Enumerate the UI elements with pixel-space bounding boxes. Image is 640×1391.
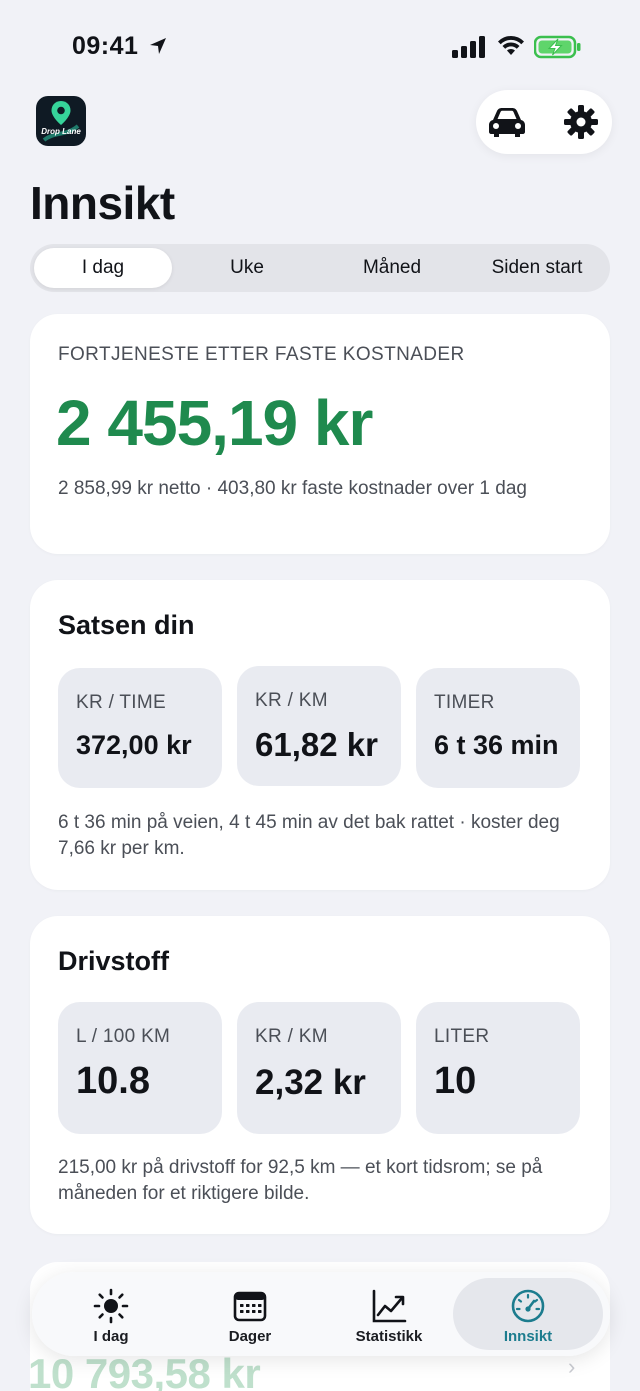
- tab-today[interactable]: I dag: [36, 1278, 186, 1350]
- tile-value: 61,82 kr: [255, 726, 378, 763]
- period-tab-month[interactable]: Måned: [323, 248, 461, 288]
- tile-label: TIMER: [434, 692, 495, 713]
- tile-value: 2,32 kr: [255, 1063, 366, 1102]
- period-tab-week[interactable]: Uke: [178, 248, 316, 288]
- page-title: Innsikt: [30, 177, 175, 229]
- vehicle-button[interactable]: [484, 100, 530, 144]
- rate-title: Satsen din: [58, 610, 195, 640]
- tab-insight[interactable]: Innsikt: [453, 1278, 603, 1350]
- map-pin-logo-icon: [42, 101, 80, 142]
- tile-value: 6 t 36 min: [434, 730, 559, 760]
- chart-line-icon: [372, 1289, 407, 1323]
- fuel-tile-liters: LITER 10: [416, 1002, 580, 1134]
- rate-tile-per-hour: KR / TIME 372,00 kr: [58, 668, 222, 788]
- period-tab-since-start[interactable]: Siden start: [468, 248, 606, 288]
- tab-days[interactable]: Dager: [175, 1278, 325, 1350]
- fuel-title: Drivstoff: [58, 946, 170, 976]
- tab-bar: I dag Dager Statistikk Innsikt: [32, 1272, 610, 1356]
- tile-label: KR / KM: [255, 690, 328, 711]
- tax-card-amount: 10 793,58 kr: [28, 1350, 261, 1391]
- tab-label: I dag: [93, 1328, 129, 1345]
- rate-tile-hours: TIMER 6 t 36 min: [416, 668, 580, 788]
- wifi-icon: [498, 35, 524, 55]
- app-logo: Drop Lane: [36, 96, 86, 146]
- status-time: 09:41: [72, 32, 139, 60]
- fuel-card: Drivstoff L / 100 KM 10.8 KR / KM 2,32 k…: [30, 916, 610, 1234]
- app-logo-text: Drop Lane: [41, 127, 81, 136]
- profit-label: FORTJENESTE ETTER FASTE KOSTNADER: [58, 344, 465, 365]
- header-actions: [476, 90, 612, 154]
- profit-amount: 2 455,19 kr: [56, 387, 373, 459]
- calendar-icon: [233, 1291, 267, 1322]
- location-arrow-icon: [150, 38, 166, 54]
- settings-button[interactable]: [558, 100, 604, 144]
- tile-label: L / 100 KM: [76, 1026, 171, 1047]
- fuel-tile-consumption: L / 100 KM 10.8: [58, 1002, 222, 1134]
- rate-card: Satsen din KR / TIME 372,00 kr KR / KM 6…: [30, 580, 610, 890]
- tab-label: Statistikk: [355, 1328, 423, 1345]
- tile-value: 10.8: [76, 1060, 150, 1102]
- tile-value: 372,00 kr: [76, 730, 192, 760]
- fuel-note: 215,00 kr på drivstoff for 92,5 km — et …: [58, 1157, 543, 1204]
- speedometer-icon: [511, 1289, 545, 1323]
- tile-label: KR / TIME: [76, 692, 166, 713]
- tab-label: Innsikt: [503, 1328, 553, 1345]
- tile-label: LITER: [434, 1026, 490, 1047]
- rate-note: 6 t 36 min på veien, 4 t 45 min av det b…: [58, 812, 560, 859]
- period-tab-today[interactable]: I dag: [34, 248, 172, 288]
- car-icon: [489, 108, 525, 137]
- profit-description: 2 858,99 kr netto · 403,80 kr faste kost…: [58, 478, 527, 499]
- period-segmented-control: I dag Uke Måned Siden start: [30, 244, 610, 292]
- rate-tile-per-km: KR / KM 61,82 kr: [237, 666, 401, 786]
- tab-statistics[interactable]: Statistikk: [314, 1278, 464, 1350]
- tile-value: 10: [434, 1060, 477, 1102]
- fuel-tile-cost-per-km: KR / KM 2,32 kr: [237, 1002, 401, 1134]
- tab-label: Dager: [228, 1328, 272, 1345]
- sun-icon: [93, 1288, 129, 1324]
- tile-label: KR / KM: [255, 1026, 328, 1047]
- cellular-signal-icon: [452, 36, 485, 58]
- battery-charging-icon: [534, 35, 581, 59]
- status-bar: 09:41: [0, 0, 640, 90]
- chevron-right-icon: ›: [568, 1354, 576, 1379]
- gear-icon: [564, 105, 598, 139]
- profit-card: FORTJENESTE ETTER FASTE KOSTNADER 2 455,…: [30, 314, 610, 554]
